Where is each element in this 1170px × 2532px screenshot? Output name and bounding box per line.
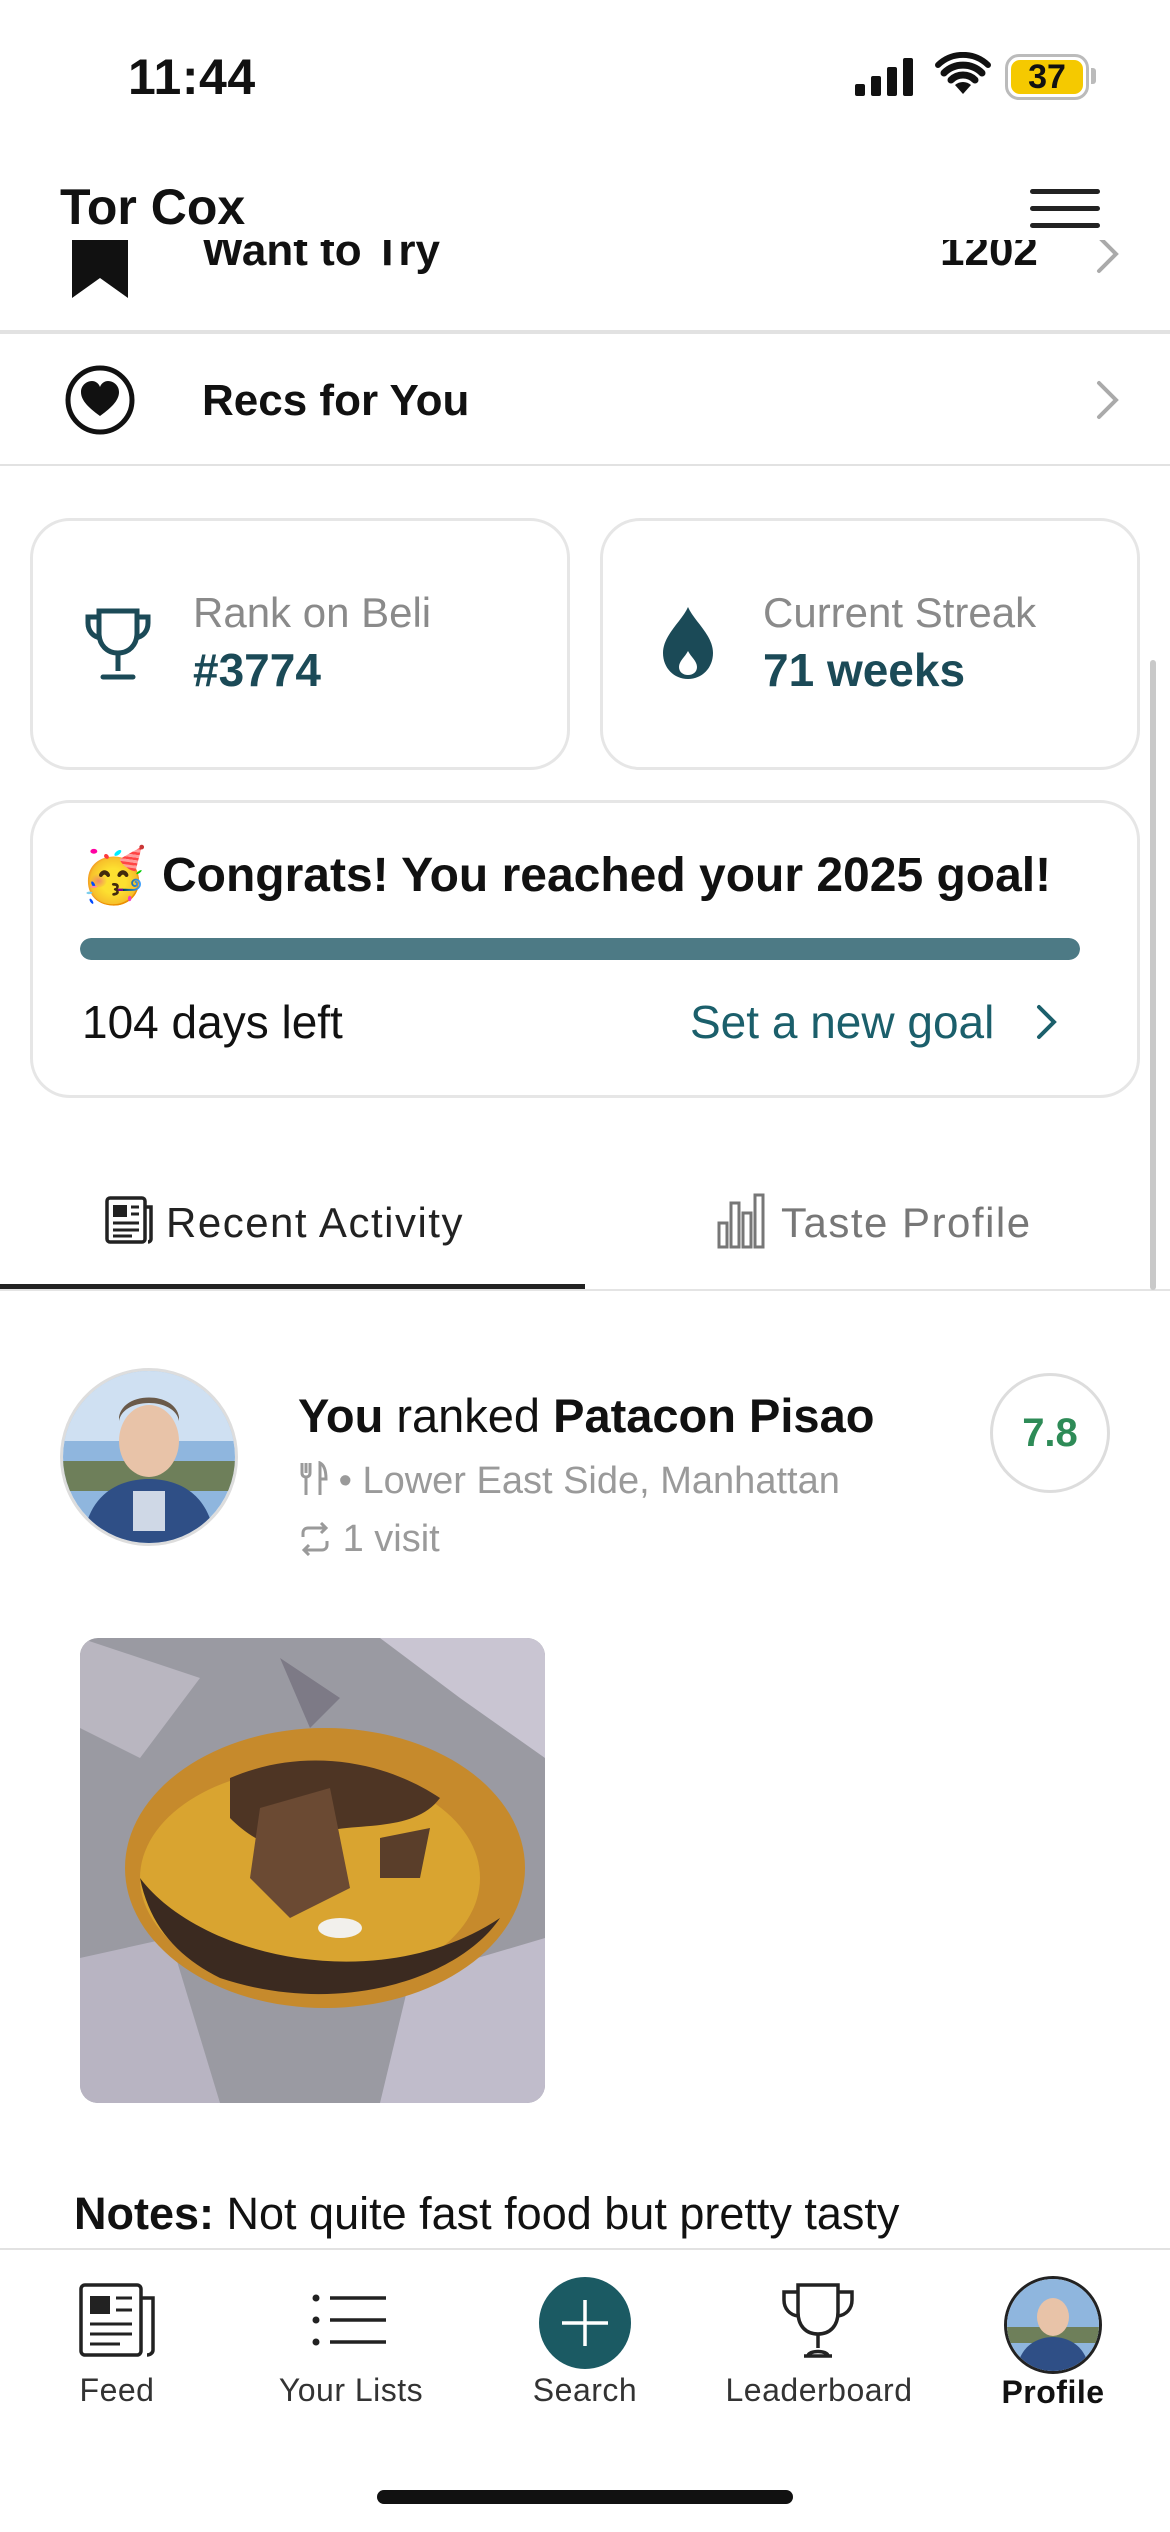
food-photo[interactable] [80, 1638, 545, 2103]
tabs-divider [0, 1289, 1170, 1291]
avatar [1004, 2276, 1102, 2374]
battery-nub [1091, 68, 1096, 84]
list-icon [312, 2294, 386, 2346]
tab-bar-label-your-lists: Your Lists [278, 2372, 424, 2408]
newspaper-icon [79, 2283, 155, 2357]
activity-visits-line: 1 visit [298, 1518, 440, 1561]
activity-title: You ranked Patacon Pisao [298, 1388, 874, 1443]
scrollbar[interactable] [1150, 660, 1156, 1290]
row-label-recs-for-you: Recs for You [202, 376, 470, 425]
party-face-icon: 🥳 [80, 846, 148, 906]
repeat-icon [301, 1521, 329, 1557]
restaurant-name[interactable]: Patacon Pisao [553, 1389, 874, 1442]
visit-count: 1 visit [342, 1518, 440, 1560]
profile-avatar-photo [1007, 2279, 1099, 2371]
tab-bar-label-profile: Profile [1001, 2374, 1105, 2410]
streak-card[interactable]: Current Streak 71 weeks [600, 518, 1140, 770]
goal-message: Congrats! You reached your 2025 goal! [162, 849, 1052, 902]
goal-progress-fill [80, 938, 1080, 960]
cellular-signal-icon [855, 58, 913, 96]
battery-level: 37 [1011, 60, 1083, 94]
fork-knife-icon [300, 1460, 328, 1495]
rank-card[interactable]: Rank on Beli #3774 [30, 518, 570, 770]
tab-label-recent-activity: Recent Activity [166, 1199, 464, 1246]
trophy-icon [782, 2283, 854, 2358]
heart-circle-icon [65, 365, 135, 435]
goal-progress-bar [80, 938, 1080, 960]
hamburger-menu-icon[interactable] [1030, 185, 1100, 233]
tab-taste-profile[interactable]: Taste Profile [585, 1185, 1170, 1285]
want-to-try-row[interactable]: Want to Try 1202 [0, 240, 1170, 332]
set-new-goal-link[interactable]: Set a new goal [690, 995, 994, 1049]
tab-label-taste-profile: Taste Profile [781, 1199, 1032, 1246]
chevron-right-icon [1097, 240, 1119, 273]
tab-bar-feed[interactable]: Feed [0, 2250, 234, 2430]
activity-verb: ranked [396, 1389, 541, 1442]
food-image [80, 1638, 545, 2103]
activity-notes: Notes: Not quite fast food but pretty ta… [74, 2188, 899, 2240]
recs-for-you-row[interactable]: Recs for You [0, 334, 1170, 466]
tab-recent-activity[interactable]: Recent Activity [0, 1185, 585, 1285]
restaurant-location: Lower East Side, Manhattan [362, 1460, 840, 1502]
tab-bar-leaderboard[interactable]: Leaderboard [702, 2250, 936, 2430]
row-label-want-to-try: Want to Try [202, 240, 440, 275]
notes-text: Not quite fast food but pretty tasty [226, 2188, 900, 2239]
battery-indicator: 37 [1005, 54, 1089, 100]
home-indicator[interactable] [377, 2490, 793, 2504]
tab-bar-profile[interactable]: Profile [936, 2250, 1170, 2430]
rank-value: #3774 [193, 644, 321, 696]
bookmark-icon [72, 240, 128, 298]
score-badge[interactable]: 7.8 [990, 1373, 1110, 1493]
tab-bar-label-feed: Feed [79, 2372, 155, 2408]
status-time: 11:44 [128, 49, 256, 105]
activity-location-line: • Lower East Side, Manhattan [298, 1460, 840, 1503]
rank-label: Rank on Beli [193, 589, 432, 636]
bar-chart-icon [717, 1193, 765, 1249]
tab-bar-label-leaderboard: Leaderboard [725, 2372, 913, 2408]
plus-icon [539, 2277, 631, 2369]
active-tab-indicator [0, 1284, 585, 1289]
trophy-icon [85, 608, 151, 680]
wifi-icon [935, 52, 991, 94]
page-title: Tor Cox [60, 179, 246, 235]
tab-bar-search[interactable]: Search [468, 2250, 702, 2430]
streak-value: 71 weeks [763, 644, 966, 696]
set-new-goal-label: Set a new goal [690, 996, 995, 1048]
row-count-want-to-try: 1202 [940, 240, 1038, 275]
activity-subject: You [298, 1389, 384, 1442]
tab-bar-your-lists[interactable]: Your Lists [234, 2250, 468, 2430]
newspaper-icon [105, 1196, 153, 1244]
bullet-separator: • [338, 1460, 363, 1502]
streak-label: Current Streak [763, 589, 1037, 636]
avatar[interactable] [60, 1368, 238, 1546]
notes-label: Notes: [74, 2188, 215, 2239]
flame-icon [663, 607, 713, 679]
chevron-right-icon [1037, 1005, 1057, 1039]
avatar-photo [63, 1371, 235, 1543]
tab-bar-label-search: Search [532, 2372, 638, 2408]
chevron-right-icon [1097, 381, 1119, 419]
days-left: 104 days left [82, 996, 343, 1048]
